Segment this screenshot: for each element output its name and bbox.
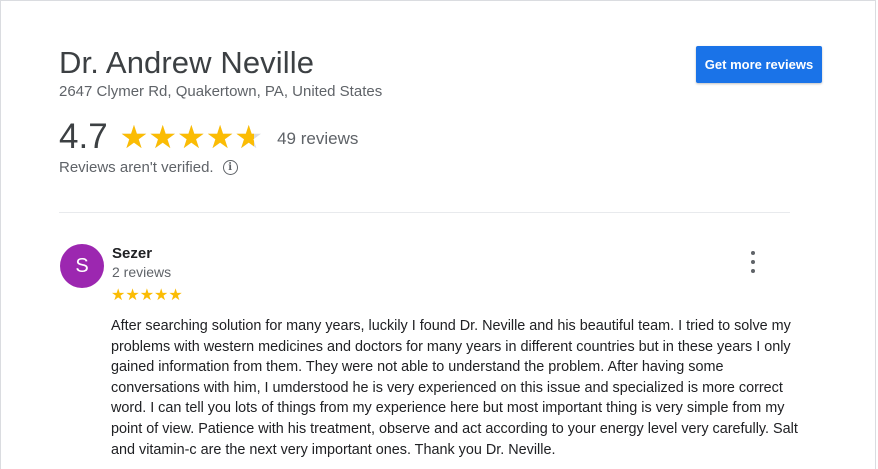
reviews-count[interactable]: 49 reviews	[277, 129, 358, 149]
verification-note: Reviews aren't verified. i	[59, 159, 238, 176]
verification-text: Reviews aren't verified.	[59, 159, 214, 176]
more-vert-icon[interactable]	[743, 251, 763, 273]
business-name: Dr. Andrew Neville	[59, 45, 315, 80]
review-card: Dr. Andrew Neville 2647 Clymer Rd, Quake…	[0, 0, 876, 469]
rating-stars: ★★★★★ ★★★★★	[120, 121, 263, 153]
review-stars: ★★★★★	[111, 287, 183, 304]
reviewer-name[interactable]: Sezer	[112, 245, 152, 262]
dot	[751, 260, 755, 264]
get-more-reviews-button[interactable]: Get more reviews	[696, 46, 822, 83]
business-address: 2647 Clymer Rd, Quakertown, PA, United S…	[59, 83, 383, 100]
dot	[751, 251, 755, 255]
rating-stars-filled: ★★★★★	[119, 121, 255, 153]
avatar[interactable]: S	[60, 244, 104, 288]
reviewer-review-count: 2 reviews	[112, 264, 172, 280]
dot	[751, 269, 755, 273]
review-text: After searching solution for many years,…	[111, 318, 798, 458]
rating-summary: 4.7 ★★★★★ ★★★★★ 49 reviews	[59, 117, 358, 157]
rating-value: 4.7	[59, 117, 108, 156]
info-icon[interactable]: i	[222, 160, 238, 175]
divider	[59, 212, 790, 213]
